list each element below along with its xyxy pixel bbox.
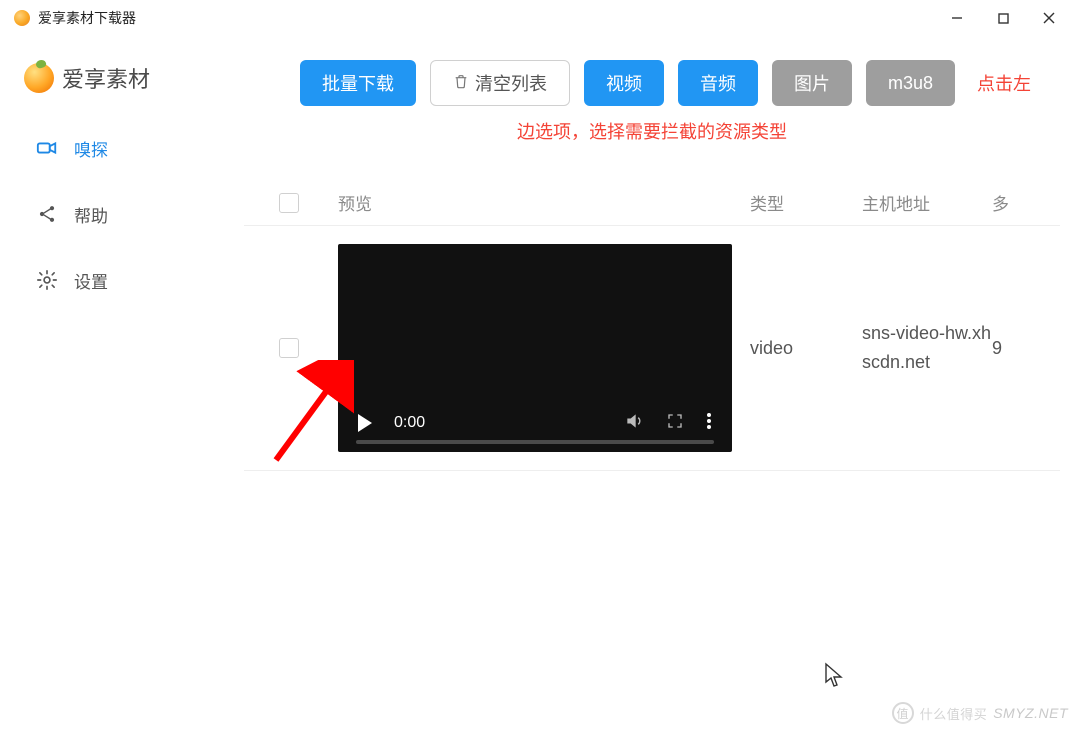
cell-host: sns-video-hw.xhscdn.net <box>862 319 992 377</box>
share-icon <box>36 203 58 225</box>
sidebar-item-settings[interactable]: 设置 <box>0 252 224 308</box>
watermark-badge: 值 <box>892 702 914 724</box>
cell-more: 9 <box>992 338 1032 359</box>
video-time: 0:00 <box>394 414 425 432</box>
watermark: 值 什么值得买 SMYZ.NET <box>892 702 1068 724</box>
video-progress[interactable] <box>356 440 714 444</box>
main-panel: 批量下载 清空列表 视频 音频 图片 m3u8 点击左 边选项，选择需要拦截的资… <box>224 36 1080 730</box>
brand: 爱享素材 <box>0 56 224 120</box>
hint-text-part2: 边选项，选择需要拦截的资源类型 <box>244 118 1060 144</box>
gear-icon <box>36 269 58 291</box>
fullscreen-icon[interactable] <box>666 412 684 435</box>
clear-list-label: 清空列表 <box>475 70 547 96</box>
watermark-en: SMYZ.NET <box>993 705 1068 721</box>
close-button[interactable] <box>1026 2 1072 34</box>
hint-text-part1: 点击左 <box>977 70 1031 96</box>
col-header-preview: 预览 <box>334 190 750 215</box>
window-controls <box>934 2 1072 34</box>
table-row: 0:00 <box>244 226 1060 471</box>
app-title: 爱享素材下载器 <box>38 8 934 28</box>
col-header-more: 多 <box>992 190 1032 215</box>
resource-table: 预览 类型 主机地址 多 0:00 <box>244 180 1060 471</box>
sidebar-item-help[interactable]: 帮助 <box>0 186 224 242</box>
sidebar-item-sniff[interactable]: 嗅探 <box>0 120 224 176</box>
minimize-button[interactable] <box>934 2 980 34</box>
cursor-icon <box>824 662 844 688</box>
sidebar-item-label: 帮助 <box>74 202 108 227</box>
sidebar-item-label: 设置 <box>74 268 108 293</box>
table-header: 预览 类型 主机地址 多 <box>244 180 1060 226</box>
col-header-type: 类型 <box>750 190 862 215</box>
m3u8-filter-button[interactable]: m3u8 <box>866 60 955 106</box>
mute-icon[interactable] <box>624 411 644 436</box>
play-icon[interactable] <box>358 414 372 432</box>
titlebar: 爱享素材下载器 <box>0 0 1080 36</box>
more-icon[interactable] <box>706 412 712 435</box>
row-checkbox[interactable] <box>279 338 299 358</box>
cell-type: video <box>750 338 862 359</box>
sidebar: 爱享素材 嗅探 帮助 设置 <box>0 36 224 730</box>
trash-icon <box>453 73 469 94</box>
sidebar-item-label: 嗅探 <box>74 136 108 161</box>
video-cam-icon <box>36 137 58 159</box>
batch-download-button[interactable]: 批量下载 <box>300 60 416 106</box>
maximize-button[interactable] <box>980 2 1026 34</box>
brand-label: 爱享素材 <box>62 62 150 94</box>
toolbar: 批量下载 清空列表 视频 音频 图片 m3u8 点击左 <box>244 60 1060 106</box>
select-all-checkbox[interactable] <box>279 193 299 213</box>
video-preview[interactable]: 0:00 <box>338 244 732 452</box>
app-icon <box>14 10 30 26</box>
watermark-cn: 什么值得买 <box>920 704 988 723</box>
image-filter-button[interactable]: 图片 <box>772 60 852 106</box>
clear-list-button[interactable]: 清空列表 <box>430 60 570 106</box>
video-filter-button[interactable]: 视频 <box>584 60 664 106</box>
brand-icon <box>24 63 54 93</box>
audio-filter-button[interactable]: 音频 <box>678 60 758 106</box>
col-header-host: 主机地址 <box>862 190 992 215</box>
